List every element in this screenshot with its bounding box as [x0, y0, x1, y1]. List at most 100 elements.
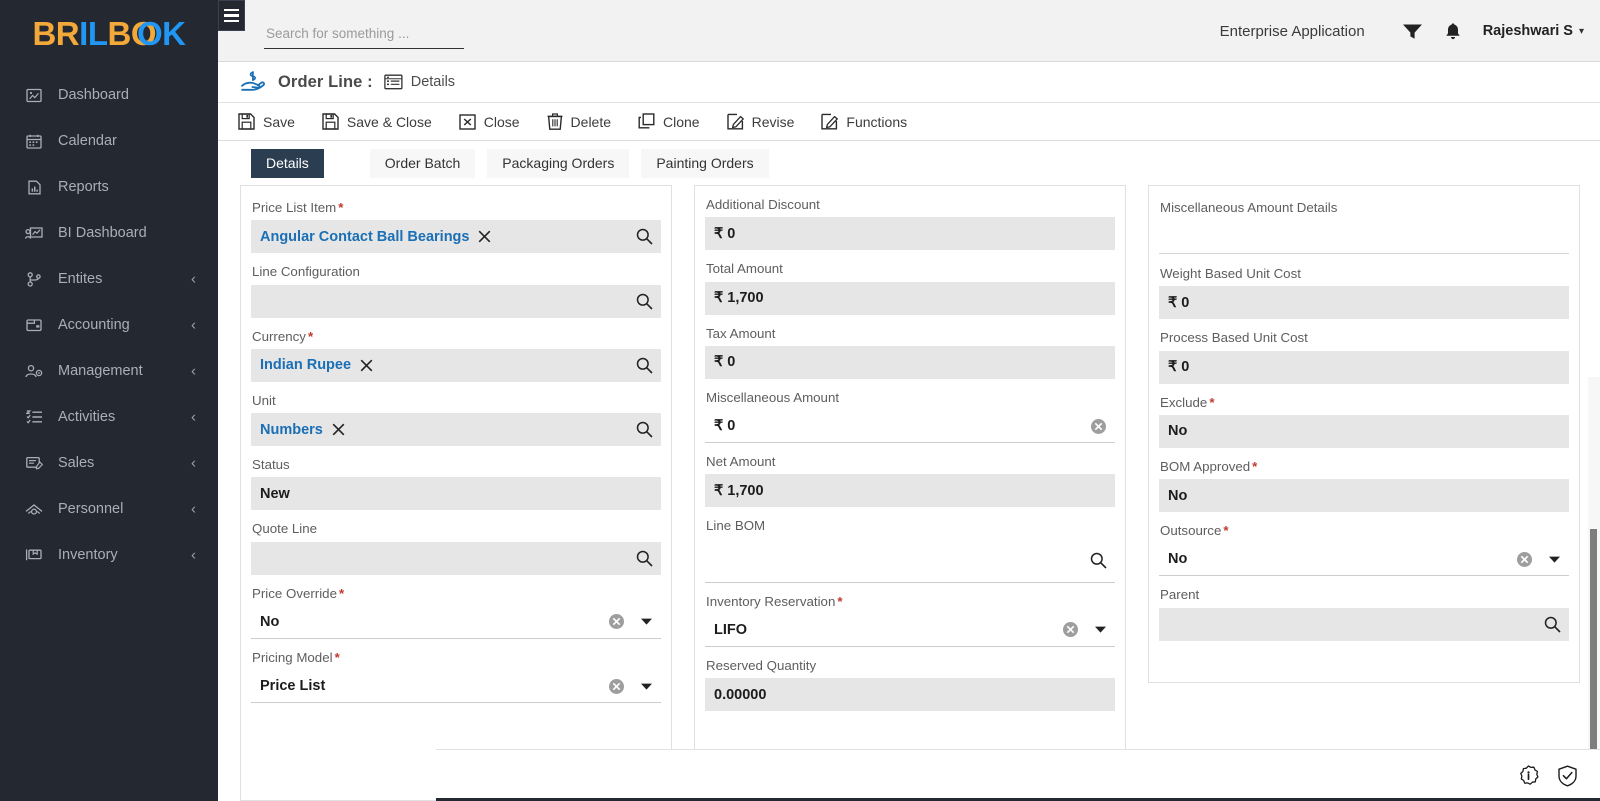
sidebar-item-sales[interactable]: Sales ‹	[0, 440, 218, 486]
chevron-down-icon[interactable]	[638, 617, 653, 626]
burger-line	[224, 14, 239, 17]
search-input[interactable]	[264, 22, 464, 49]
field-control[interactable]	[1159, 607, 1569, 641]
chevron-left-icon[interactable]: ‹	[191, 318, 196, 333]
field-reserved-quantity: Reserved Quantity 0.00000	[705, 654, 1115, 712]
field-value: Angular Contact Ball Bearings	[260, 228, 470, 245]
search-icon[interactable]	[636, 293, 653, 310]
clear-circle-icon[interactable]	[608, 678, 625, 695]
activities-icon	[22, 408, 46, 426]
field-control[interactable]: No	[251, 606, 661, 639]
functions-button[interactable]: Functions	[821, 113, 907, 130]
tab-packaging-orders[interactable]: Packaging Orders	[487, 148, 630, 178]
tab-order-batch[interactable]: Order Batch	[369, 148, 476, 178]
sidebar-item-activities[interactable]: Activities ‹	[0, 394, 218, 440]
save-button[interactable]: Save	[238, 113, 295, 130]
search-icon[interactable]	[636, 550, 653, 567]
field-line-configuration: Line Configuration	[251, 260, 661, 318]
chevron-down-icon[interactable]	[1092, 625, 1107, 634]
sidebar-item-bi-dashboard[interactable]: BI Dashboard	[0, 210, 218, 256]
save-and-close-button[interactable]: Save & Close	[322, 113, 432, 130]
status-bar	[436, 749, 1600, 801]
sidebar-item-accounting[interactable]: Accounting ‹	[0, 302, 218, 348]
chevron-down-icon[interactable]	[1546, 555, 1561, 564]
user-menu-name[interactable]: Rajeshwari S	[1483, 23, 1573, 39]
sidebar-item-calendar[interactable]: Calendar	[0, 118, 218, 164]
search-icon[interactable]	[636, 228, 653, 245]
clone-button[interactable]: Clone	[638, 113, 700, 130]
logo-part-br: BR	[32, 15, 80, 52]
search-icon[interactable]	[636, 357, 653, 374]
field-control[interactable]: Numbers	[251, 413, 661, 447]
sidebar-item-personnel[interactable]: Personnel ‹	[0, 486, 218, 532]
label-text: Pricing Model	[252, 649, 333, 665]
revise-button[interactable]: Revise	[726, 113, 794, 130]
field-control: ₹ 0	[1159, 286, 1569, 320]
page-scrollbar[interactable]	[1588, 377, 1600, 801]
required-marker: *	[1209, 394, 1215, 410]
sidebar-item-reports[interactable]: Reports	[0, 164, 218, 210]
chevron-left-icon[interactable]: ‹	[191, 410, 196, 425]
brand-logo[interactable]: BR I L B O O K	[0, 0, 218, 62]
filter-icon[interactable]	[1393, 11, 1433, 51]
field-control: 0.00000	[705, 678, 1115, 712]
field-control[interactable]	[705, 539, 1115, 583]
clear-x-icon[interactable]	[360, 359, 373, 372]
search-icon[interactable]	[1544, 616, 1561, 633]
field-label: Outsource *	[1159, 519, 1569, 543]
field-label: Status	[252, 457, 290, 473]
section-miscellaneous-amount-details: Miscellaneous Amount Details	[1159, 196, 1569, 254]
sales-icon	[22, 454, 46, 472]
sidebar-item-dashboard[interactable]: Dashboard	[0, 72, 218, 118]
field-label: Tax Amount	[706, 325, 776, 341]
chevron-left-icon[interactable]: ‹	[191, 272, 196, 287]
entity-header: Order Line : Details	[218, 62, 1600, 103]
label-text: Price List Item	[252, 200, 337, 215]
notification-bell-icon[interactable]	[1433, 11, 1473, 51]
required-marker: *	[307, 328, 314, 344]
field-value: ₹ 0	[714, 354, 736, 371]
field-actions	[608, 613, 653, 630]
clear-circle-icon[interactable]	[1090, 418, 1107, 435]
clear-circle-icon[interactable]	[608, 613, 625, 630]
menu-toggle-button[interactable]	[218, 0, 245, 31]
clear-x-icon[interactable]	[332, 423, 345, 436]
field-actions	[636, 357, 653, 374]
field-control[interactable]: ₹ 0	[705, 410, 1115, 444]
chevron-left-icon[interactable]: ‹	[191, 456, 196, 471]
shield-check-icon[interactable]	[1557, 765, 1578, 787]
burger-line	[224, 8, 239, 12]
field-parent: Parent	[1159, 583, 1569, 641]
info-icon[interactable]	[1518, 765, 1539, 786]
search-icon[interactable]	[636, 421, 653, 438]
clear-x-icon[interactable]	[478, 230, 491, 243]
search-icon[interactable]	[1090, 552, 1107, 569]
sidebar-item-inventory[interactable]: Inventory ‹	[0, 532, 218, 578]
close-button[interactable]: Close	[459, 114, 520, 130]
chevron-down-icon[interactable]	[638, 682, 653, 691]
field-actions	[636, 550, 653, 567]
chevron-down-icon[interactable]: ▾	[1579, 26, 1584, 37]
field-control[interactable]	[251, 284, 661, 318]
sidebar-item-management[interactable]: Management ‹	[0, 348, 218, 394]
sidebar-item-entites[interactable]: Entites ‹	[0, 256, 218, 302]
field-control[interactable]	[251, 541, 661, 575]
clear-circle-icon[interactable]	[1516, 551, 1533, 568]
tab-painting-orders[interactable]: Painting Orders	[641, 148, 769, 178]
chevron-left-icon[interactable]: ‹	[191, 502, 196, 517]
field-control[interactable]: Angular Contact Ball Bearings	[251, 220, 661, 254]
tab-details[interactable]: Details	[251, 148, 324, 178]
delete-button[interactable]: Delete	[547, 113, 611, 130]
chevron-left-icon[interactable]: ‹	[191, 548, 196, 563]
form-column-3-inner: Miscellaneous Amount Details Weight Base…	[1149, 186, 1579, 641]
label-text: Outsource	[1160, 523, 1222, 539]
field-control[interactable]: Price List	[251, 670, 661, 704]
details-list-icon[interactable]	[383, 74, 403, 90]
clear-circle-icon[interactable]	[1062, 621, 1079, 638]
main-content: Enterprise Application Rajeshwari S ▾	[218, 0, 1600, 801]
chevron-left-icon[interactable]: ‹	[191, 364, 196, 379]
field-control[interactable]: No	[1159, 543, 1569, 577]
field-control[interactable]: Indian Rupee	[251, 348, 661, 382]
required-marker: *	[1252, 458, 1258, 474]
field-control[interactable]: LIFO	[705, 614, 1115, 647]
